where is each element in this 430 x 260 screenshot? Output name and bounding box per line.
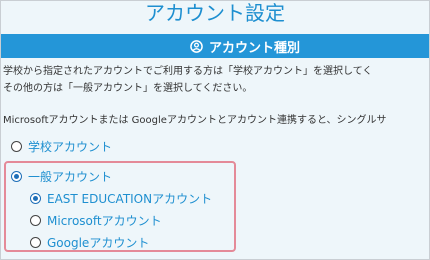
east-education-account-radio[interactable] [30,193,41,204]
school-account-label: 学校アカウント [28,140,113,154]
google-account-label: Googleアカウント [47,236,150,250]
google-account-option[interactable]: Googleアカウント [30,234,149,251]
user-circle-icon [190,39,203,53]
section-title: アカウント種別 [208,40,300,56]
general-account-option[interactable]: 一般アカウント [11,168,112,185]
east-education-account-option[interactable]: EAST EDUCATIONアカウント [30,190,212,207]
school-account-option[interactable]: 学校アカウント [11,138,112,155]
microsoft-account-option[interactable]: Microsoftアカウント [30,212,162,229]
description-line-3: Microsoftアカウントまたは Googleアカウントとアカウント連携すると… [3,115,387,126]
microsoft-account-label: Microsoftアカウント [47,214,162,228]
description-line-1: 学校から指定されたアカウントでご利用する方は「学校アカウント」を選択してく [3,66,373,77]
east-education-account-label: EAST EDUCATIONアカウント [47,192,213,206]
general-account-radio[interactable] [11,171,22,182]
description-line-2: その他の方は「一般アカウント」を選択してください。 [3,83,253,94]
google-account-radio[interactable] [30,237,41,248]
account-settings-window: アカウント設定 アカウント種別 学校から指定されたアカウントでご利用する方は「学… [0,0,430,260]
description-text: 学校から指定されたアカウントでご利用する方は「学校アカウント」を選択してく その… [3,63,429,129]
page-title: アカウント設定 [145,1,285,25]
school-account-radio[interactable] [11,141,22,152]
microsoft-account-radio[interactable] [30,215,41,226]
section-header: アカウント種別 [1,34,429,58]
general-account-label: 一般アカウント [28,170,113,184]
